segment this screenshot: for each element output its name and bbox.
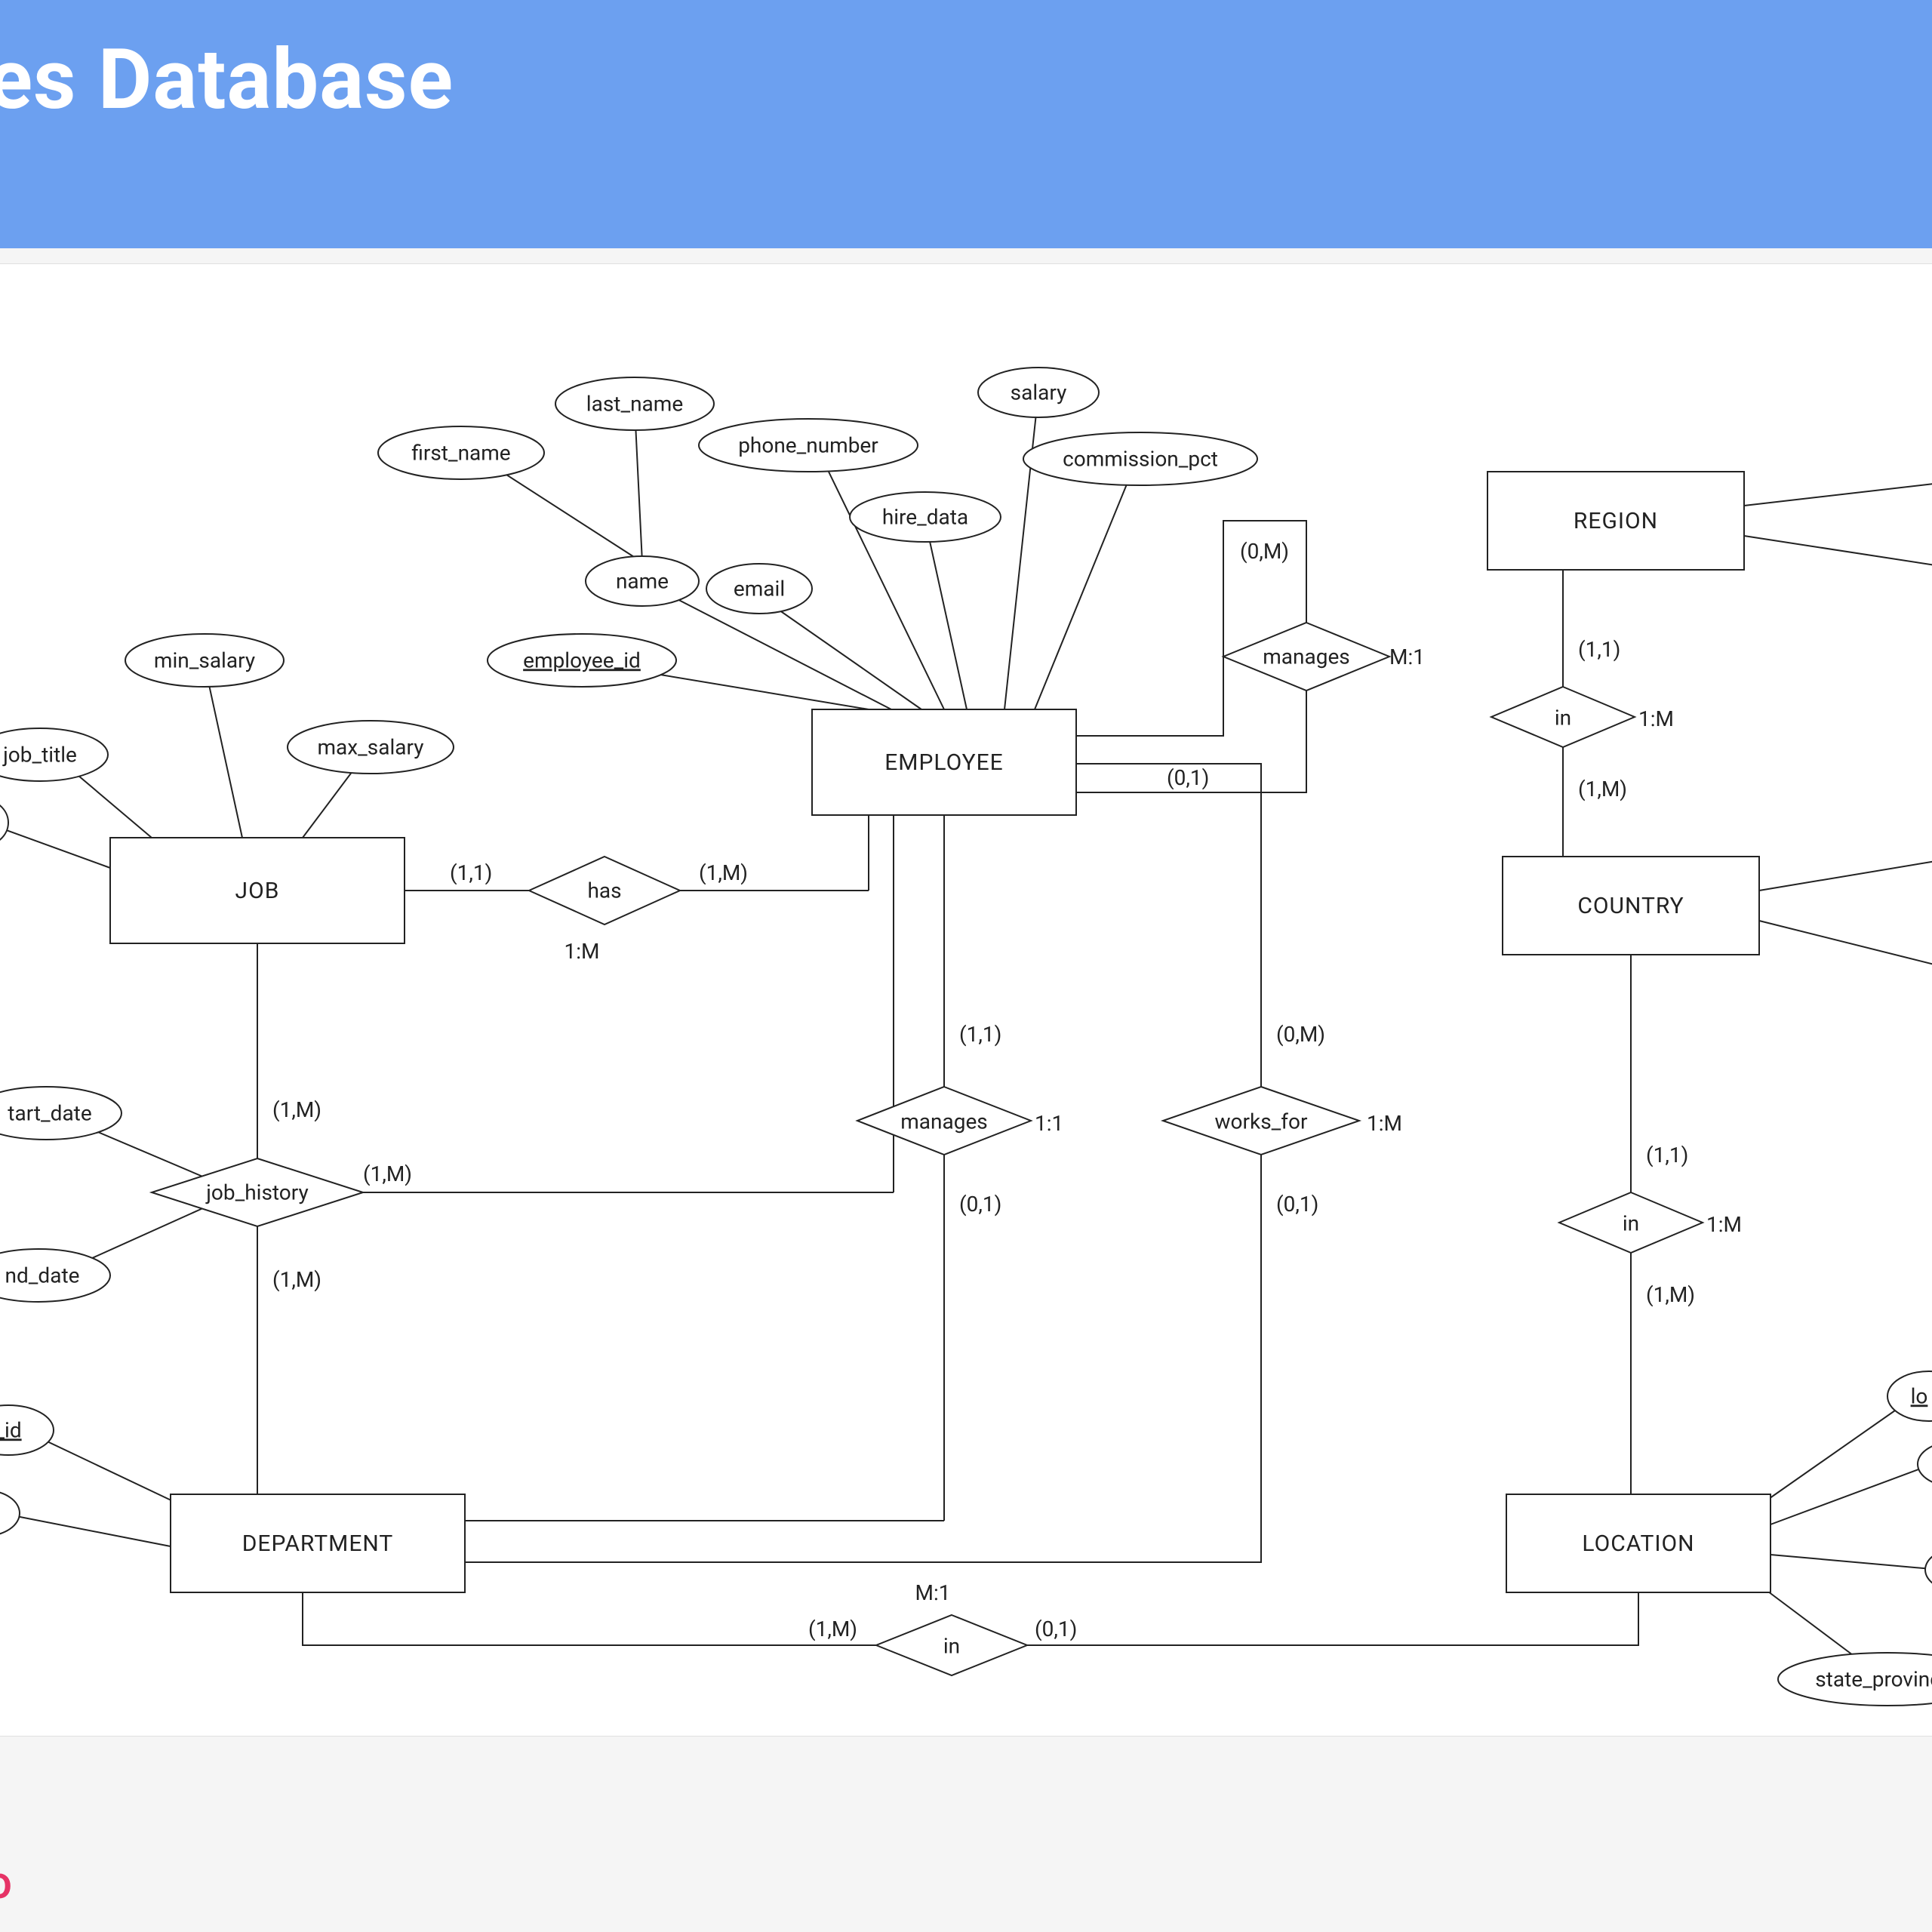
rel-works-for: works_for — [1163, 1087, 1359, 1155]
card-worksfor-bottom: (0,1) — [1276, 1192, 1318, 1217]
attr-email: email — [706, 564, 812, 614]
card-manages-emp-bottom: (0,1) — [1167, 765, 1209, 790]
attr-job-id: d — [0, 798, 8, 848]
svg-text:first_name: first_name — [411, 440, 510, 465]
card-worksfor-top: (0,M) — [1276, 1022, 1325, 1047]
svg-text:manages: manages — [1263, 644, 1350, 669]
svg-text:state_province: state_province — [1815, 1666, 1932, 1691]
card-in-region-bottom: (1,M) — [1578, 777, 1627, 801]
ratio-worksfor: 1:M — [1367, 1111, 1402, 1136]
attr-salary: salary — [978, 368, 1099, 417]
attr-commission-pct: commission_pct — [1023, 432, 1257, 485]
ratio-manages-emp: M:1 — [1389, 645, 1425, 669]
rel-manages-employee: manages — [1223, 623, 1389, 691]
svg-text:has: has — [587, 878, 621, 903]
attr-state-province: state_province — [1778, 1653, 1932, 1706]
attr-job-title: job_title — [0, 728, 108, 781]
rel-has: has — [529, 857, 680, 924]
rel-manages-department: manages — [857, 1087, 1031, 1155]
svg-text:max_salary: max_salary — [317, 734, 423, 759]
page-subtitle: tation — [0, 137, 1932, 203]
svg-text:works_for: works_for — [1215, 1109, 1308, 1134]
entity-country: COUNTRY — [1503, 857, 1759, 955]
card-has-left: (1,1) — [450, 860, 492, 885]
svg-text:in: in — [943, 1633, 960, 1658]
svg-text:JOB: JOB — [235, 877, 280, 903]
rel-in-region-country: in — [1491, 687, 1635, 747]
entity-job: JOB — [110, 838, 405, 943]
attr-location-3 — [1925, 1547, 1932, 1592]
svg-text:COUNTRY: COUNTRY — [1577, 892, 1684, 918]
card-jobhist-top: (1,M) — [272, 1097, 321, 1122]
rel-in-country-location: in — [1559, 1192, 1703, 1253]
ratio-has: 1:M — [565, 939, 600, 964]
ratio-manages-dept: 1:1 — [1035, 1111, 1063, 1136]
attr-last-name: last_name — [555, 377, 714, 430]
attr-first-name: first_name — [378, 426, 544, 479]
svg-text:job_title: job_title — [2, 742, 77, 767]
page-title: Resources Database — [0, 36, 1932, 124]
card-in-loc-right: (0,1) — [1035, 1617, 1077, 1641]
card-jobhist-right: (1,M) — [363, 1161, 412, 1186]
svg-text:EMPLOYEE: EMPLOYEE — [884, 749, 1004, 775]
svg-text:lo: lo — [1911, 1383, 1928, 1408]
card-jobhist-bottom: (1,M) — [272, 1267, 321, 1292]
attr-phone-number: phone_number — [699, 419, 918, 472]
svg-text:hire_data: hire_data — [882, 504, 968, 529]
card-in-loc-left: (1,M) — [808, 1617, 857, 1641]
svg-text:employee_id: employee_id — [523, 648, 641, 672]
attr-max-salary: max_salary — [288, 721, 454, 774]
svg-text:REGION: REGION — [1574, 507, 1658, 534]
svg-text:salary: salary — [1011, 380, 1067, 405]
card-in-country-top: (1,1) — [1646, 1143, 1688, 1168]
attr-hire-data: hire_data — [850, 492, 1001, 542]
svg-text:name: name — [616, 568, 669, 593]
entity-employee: EMPLOYEE — [812, 709, 1076, 815]
attr-dept-id: _id — [0, 1405, 54, 1455]
svg-text:phone_number: phone_number — [738, 432, 878, 457]
svg-text:in: in — [1623, 1211, 1639, 1235]
card-manages-emp-top: (0,M) — [1240, 539, 1289, 564]
attr-min-salary: min_salary — [125, 634, 284, 687]
svg-text:DEPARTMENT: DEPARTMENT — [242, 1530, 394, 1556]
rel-in-department-location: in — [876, 1615, 1027, 1675]
attr-dept-name: e — [0, 1491, 20, 1536]
footer-brand: .io — [0, 1856, 12, 1909]
svg-text:email: email — [734, 576, 785, 601]
svg-text:in: in — [1555, 705, 1571, 730]
attr-location-2 — [1918, 1441, 1932, 1487]
er-diagram: (1,1) (1,M) 1:M (0,M) (0,1) M:1 (1,1) (0… — [0, 264, 1932, 1736]
svg-text:job_history: job_history — [205, 1180, 309, 1204]
svg-text:nd_date: nd_date — [5, 1263, 80, 1287]
attr-employee-id: employee_id — [488, 634, 676, 687]
svg-text:_id: _id — [0, 1417, 22, 1442]
svg-text:tart_date: tart_date — [8, 1100, 91, 1125]
entity-region: REGION — [1487, 472, 1744, 570]
attr-location-id: lo — [1887, 1371, 1932, 1421]
svg-text:manages: manages — [900, 1109, 988, 1134]
attr-start-date: tart_date — [0, 1087, 122, 1140]
card-in-country-bottom: (1,M) — [1646, 1282, 1695, 1307]
svg-text:min_salary: min_salary — [154, 648, 255, 672]
card-manages-dept-top: (1,1) — [959, 1022, 1001, 1047]
svg-text:commission_pct: commission_pct — [1063, 446, 1218, 471]
card-in-region-top: (1,1) — [1578, 637, 1620, 662]
ratio-in-country: 1:M — [1706, 1212, 1742, 1237]
svg-text:last_name: last_name — [586, 391, 683, 416]
entity-location: LOCATION — [1506, 1494, 1770, 1592]
attr-name: name — [586, 556, 699, 606]
header: Resources Database tation — [0, 0, 1932, 248]
ratio-in-loc: M:1 — [915, 1580, 951, 1605]
er-diagram-container: (1,1) (1,M) 1:M (0,M) (0,1) M:1 (1,1) (0… — [0, 263, 1932, 1737]
card-manages-dept-bottom: (0,1) — [959, 1192, 1001, 1217]
svg-text:LOCATION: LOCATION — [1582, 1530, 1694, 1556]
ratio-in-region: 1:M — [1638, 706, 1674, 731]
card-has-right: (1,M) — [699, 860, 748, 885]
entity-department: DEPARTMENT — [171, 1494, 465, 1592]
